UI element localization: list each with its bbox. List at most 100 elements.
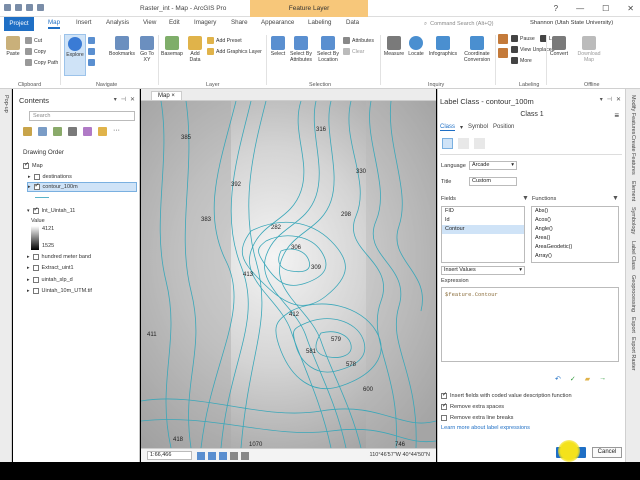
labeling-options-button[interactable] (498, 34, 508, 44)
popup-tab[interactable]: Pop-up (3, 95, 9, 113)
dock-tab-element[interactable]: Element (630, 181, 636, 201)
cancel-button[interactable]: Cancel (592, 447, 622, 458)
tab-position[interactable]: Position (493, 124, 514, 131)
coordinate-conversion-button[interactable]: Coordinate Conversion (461, 36, 493, 63)
pause-drawing-icon[interactable] (230, 452, 238, 460)
goto-xy-button[interactable]: Go To XY (138, 36, 156, 63)
checkbox[interactable] (441, 391, 447, 399)
explore-button[interactable]: Explore (64, 34, 86, 76)
select-button[interactable]: Select (269, 36, 287, 57)
option-remove-line-breaks[interactable]: Remove extra line breaks (441, 415, 513, 421)
tab-project[interactable]: Project (4, 17, 34, 31)
paste-button[interactable]: Paste (4, 36, 22, 57)
map-view-tab[interactable]: Map × (151, 91, 182, 100)
layer-checkbox[interactable] (23, 161, 29, 169)
more-button[interactable]: More (511, 57, 532, 64)
label-pin-button[interactable] (498, 48, 508, 58)
expand-icon[interactable]: ▸ (27, 265, 30, 271)
map-view[interactable]: 385 411 412 413 383 392 282 306 316 330 … (141, 101, 436, 448)
tab-data[interactable]: Data (346, 19, 359, 26)
redo-icon[interactable] (37, 4, 44, 11)
cut-button[interactable]: Cut (25, 37, 42, 44)
pause-button[interactable]: Pause (511, 35, 535, 42)
filter-icon[interactable]: ▼ (522, 195, 529, 202)
command-search[interactable]: ⌕ Command Search (Alt+Q) (424, 19, 524, 29)
save-icon[interactable] (4, 4, 11, 11)
list-by-source-icon[interactable] (38, 127, 47, 136)
layer-hundred-meter-band[interactable]: ▸ hundred meter band (27, 252, 91, 262)
user-account[interactable]: Shannon (Utah State University) (530, 20, 613, 26)
layer-checkbox[interactable] (32, 288, 39, 294)
dock-tab-modify-features[interactable]: Modify Features (630, 95, 636, 134)
list-by-drawing-order-icon[interactable] (23, 127, 32, 136)
list-item[interactable]: FID (442, 207, 524, 216)
label-expression-icon[interactable] (442, 138, 453, 149)
insert-values-dropdown[interactable]: Insert Values ▾ (441, 266, 525, 275)
sql-query-icon[interactable] (458, 138, 469, 149)
verify-icon[interactable]: ✓ (570, 375, 576, 383)
add-data-button[interactable]: Add Data (185, 36, 205, 63)
undo-icon[interactable] (26, 4, 33, 11)
expand-icon[interactable]: ▸ (28, 184, 31, 190)
table-icon[interactable] (197, 452, 205, 460)
contour-map[interactable]: 385 411 412 413 383 392 282 306 316 330 … (141, 101, 436, 448)
class-menu-icon[interactable]: ≡ (614, 111, 619, 120)
context-tab-feature-layer[interactable]: Feature Layer (250, 0, 368, 17)
clear-button[interactable]: Clear (343, 48, 364, 55)
copy-path-button[interactable]: Copy Path (25, 59, 58, 66)
tab-class-dropdown-icon[interactable]: ▾ (460, 124, 463, 131)
infographics-button[interactable]: Infographics (427, 36, 459, 57)
grid-icon[interactable] (208, 452, 216, 460)
collapse-icon[interactable]: ▾ (27, 208, 30, 214)
tab-labeling[interactable]: Labeling (308, 19, 331, 26)
layer-uintah-slp-d[interactable]: ▸ uintah_slp_d (27, 275, 73, 285)
next-extent-button[interactable] (88, 59, 95, 66)
dock-tab-label-class[interactable]: Label Class (630, 241, 636, 270)
select-by-attributes-button[interactable]: Select By Attributes (288, 36, 314, 63)
close-pane-icon[interactable]: ✕ (130, 96, 135, 103)
learn-more-link[interactable]: Learn more about label expressions (441, 425, 530, 431)
select-by-location-button[interactable]: Select By Location (315, 36, 341, 63)
expand-icon[interactable]: ▸ (28, 174, 31, 180)
measure-button[interactable]: Measure (383, 36, 405, 57)
add-graphics-layer-button[interactable]: Add Graphics Layer (207, 48, 262, 55)
checkbox[interactable] (441, 415, 447, 421)
list-by-snapping-icon[interactable] (83, 127, 92, 136)
more-options-icon[interactable]: ··· (113, 127, 120, 136)
dock-tab-symbology[interactable]: Symbology (630, 207, 636, 234)
apply-arrow-icon[interactable]: → (599, 375, 606, 383)
pane-menu-icon[interactable]: ▾ (114, 96, 117, 103)
close-icon[interactable]: ✕ (627, 4, 634, 13)
list-item[interactable]: Array() (532, 252, 618, 261)
list-item[interactable]: Angle() (532, 225, 618, 234)
contents-search-input[interactable]: Search (29, 111, 135, 121)
dock-tab-export[interactable]: Export (630, 317, 636, 333)
list-item[interactable]: Acos() (532, 216, 618, 225)
scale-selector[interactable]: 1:66,466 (147, 451, 192, 460)
fields-list[interactable]: FID Id Contour (441, 206, 525, 263)
minimize-icon[interactable]: — (576, 4, 584, 13)
list-by-labeling-icon[interactable] (98, 127, 107, 136)
tab-symbol[interactable]: Symbol (468, 124, 488, 131)
locate-button[interactable]: Locate (406, 36, 426, 57)
layer-map[interactable]: Map (23, 161, 43, 171)
layer-checkbox[interactable] (33, 174, 40, 180)
expand-icon[interactable]: ▸ (27, 277, 30, 283)
checkbox[interactable] (441, 402, 447, 410)
layer-destinations[interactable]: ▸ destinations (28, 172, 72, 182)
pin-icon[interactable]: ⊣ (121, 96, 126, 103)
layer-checkbox[interactable] (33, 182, 40, 190)
expression-editor[interactable]: $feature.Contour (441, 287, 619, 362)
layer-checkbox[interactable] (32, 254, 39, 260)
zoom-full-button[interactable] (88, 37, 95, 44)
title-field[interactable]: Custom (469, 177, 517, 186)
convert-button[interactable]: Convert (548, 36, 570, 57)
close-icon[interactable]: × (171, 93, 175, 99)
list-item[interactable]: Abs() (532, 207, 618, 216)
list-item[interactable]: AreaGeodetic() (532, 243, 618, 252)
tab-class[interactable]: Class (440, 124, 456, 131)
tab-view[interactable]: View (143, 19, 156, 26)
previous-extent-button[interactable] (88, 48, 95, 55)
undo-icon[interactable]: ↶ (555, 375, 561, 383)
help-icon[interactable]: ? (554, 4, 558, 13)
